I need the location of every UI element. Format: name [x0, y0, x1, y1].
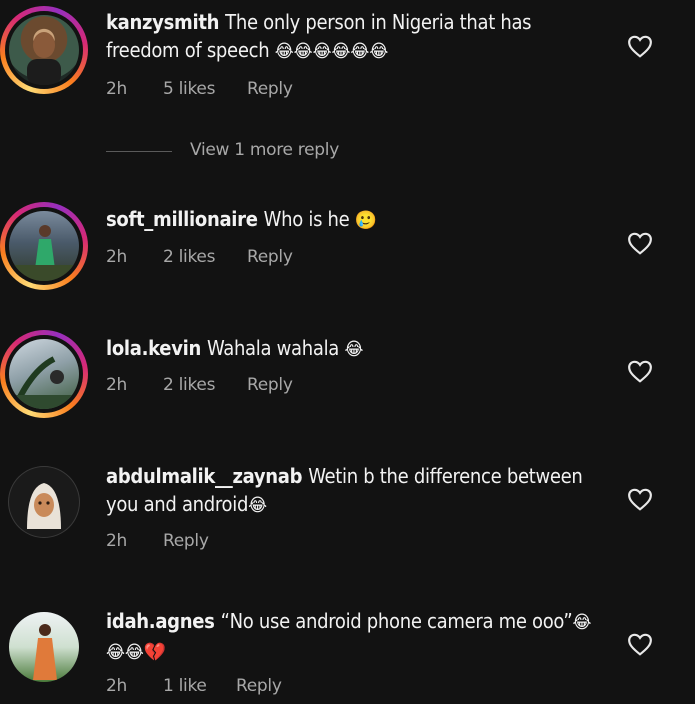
comment-body: Who is he — [263, 207, 350, 231]
comment-emoji: 🥲 — [354, 210, 378, 231]
comment-emoji: 😂 — [248, 495, 268, 516]
comment-time: 2h — [106, 375, 127, 395]
reply-thread-divider — [106, 151, 172, 152]
comment-likes[interactable]: 1 like — [163, 676, 207, 696]
memoji-avatar-icon — [27, 483, 61, 529]
user-photo-avatar-icon — [33, 624, 57, 680]
avatar-story-ring[interactable] — [0, 330, 88, 418]
reply-button[interactable]: Reply — [247, 375, 293, 395]
avatar[interactable] — [9, 612, 79, 682]
comment-username[interactable]: lola.kevin — [106, 336, 201, 360]
heart-icon[interactable] — [627, 359, 653, 383]
comment-username[interactable]: abdulmalik__zaynab — [106, 464, 303, 488]
heart-icon[interactable] — [627, 231, 653, 255]
comment-text: abdulmalik__zaynab Wetin b the difference… — [106, 462, 606, 520]
avatar[interactable] — [9, 211, 79, 281]
heart-icon[interactable] — [627, 632, 653, 656]
comment-text: soft_millionaire Who is he 🥲 — [106, 205, 606, 235]
comment-likes[interactable]: 5 likes — [163, 79, 215, 99]
comment-username[interactable]: soft_millionaire — [106, 207, 258, 231]
comment-likes[interactable]: 2 likes — [163, 247, 215, 267]
reply-button[interactable]: Reply — [236, 676, 282, 696]
heart-icon[interactable] — [627, 34, 653, 58]
comment-text: kanzysmith The only person in Nigeria tha… — [106, 8, 606, 66]
heart-icon[interactable] — [627, 487, 653, 511]
comment-emoji: 😂😂😂😂😂😂 — [274, 41, 389, 62]
reply-button[interactable]: Reply — [163, 531, 209, 551]
user-photo-avatar-icon — [9, 356, 79, 409]
comment-time: 2h — [106, 676, 127, 696]
avatar[interactable] — [9, 467, 79, 537]
user-photo-avatar-icon — [27, 32, 61, 85]
comment-username[interactable]: kanzysmith — [106, 10, 219, 34]
comment-time: 2h — [106, 79, 127, 99]
view-more-replies[interactable]: View 1 more reply — [106, 140, 406, 164]
comment-username[interactable]: idah.agnes — [106, 609, 215, 633]
comment-body: “No use android phone camera me ooo” — [220, 609, 573, 633]
avatar-story-ring[interactable] — [0, 202, 88, 290]
comment-time: 2h — [106, 247, 127, 267]
view-more-replies-label[interactable]: View 1 more reply — [190, 140, 339, 160]
comment-emoji: 😂 — [344, 339, 364, 360]
comment-likes[interactable]: 2 likes — [163, 375, 215, 395]
avatar-story-ring[interactable] — [0, 6, 88, 94]
user-photo-avatar-icon — [9, 225, 79, 281]
comment-time: 2h — [106, 531, 127, 551]
comment-text: lola.kevin Wahala wahala 😂 — [106, 334, 606, 364]
avatar[interactable] — [9, 339, 79, 409]
reply-button[interactable]: Reply — [247, 79, 293, 99]
comment-body: Wahala wahala — [207, 336, 340, 360]
comment-text: idah.agnes “No use android phone camera m… — [106, 607, 606, 667]
avatar[interactable] — [9, 15, 79, 85]
reply-button[interactable]: Reply — [247, 247, 293, 267]
